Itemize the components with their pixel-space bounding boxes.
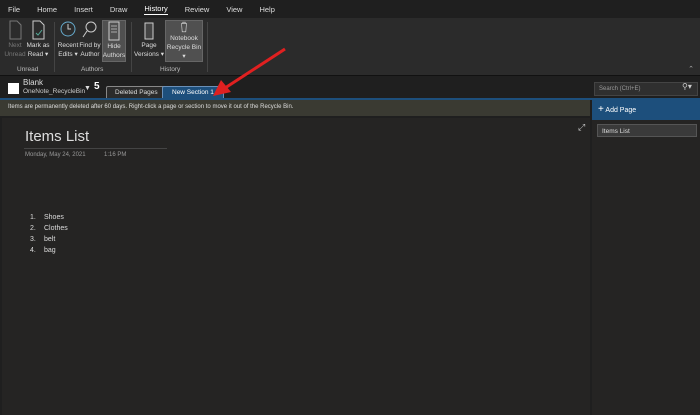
notebook-recycle-bin-button[interactable]: Notebook Recycle Bin ▾ [165, 20, 203, 62]
find-by-author-button[interactable]: Find by Author [79, 20, 101, 62]
notebook-name[interactable]: Blank [23, 78, 43, 87]
page-item-items-list[interactable]: Items List [597, 124, 697, 137]
notebook-bar: Blank OneNote_RecycleBin ▼ 5 Search (Ctr… [0, 76, 700, 98]
list-item: 4. bag [30, 247, 56, 254]
plus-icon: + [598, 104, 604, 115]
notebook-icon [8, 83, 19, 94]
clock-icon [60, 21, 76, 37]
list-item: 2. Clothes [30, 225, 68, 232]
group-label-unread: Unread [17, 66, 39, 73]
ribbon: Next Unread Mark as Read ▾ Recent Edits ▾ F… [0, 18, 700, 76]
page-canvas[interactable]: Items List Monday, May 24, 2021 1:16 PM … [2, 118, 590, 415]
divider [131, 22, 132, 72]
items-list[interactable]: 1. Shoes 2. Clothes 3. belt 4. bag [30, 212, 68, 256]
menu-insert[interactable]: Insert [74, 5, 93, 14]
section-group-name[interactable]: OneNote_RecycleBin [23, 88, 85, 95]
document-author-icon [108, 21, 120, 41]
page-versions-icon [144, 22, 154, 40]
trash-icon [181, 21, 187, 33]
hide-authors-button[interactable]: Hide Authors [102, 20, 126, 62]
document-arrow-icon [9, 20, 22, 40]
divider [54, 22, 55, 72]
page-time: 1:16 PM [104, 152, 127, 158]
document-check-icon [32, 20, 45, 40]
menu-draw[interactable]: Draw [110, 5, 128, 14]
person-search-icon [82, 21, 97, 38]
collapse-ribbon-icon[interactable]: ⌃ [688, 65, 694, 73]
menu-bar: File Home Insert Draw History Review Vie… [0, 0, 700, 18]
title-underline [24, 148, 167, 149]
mark-as-read-button[interactable]: Mark as Read ▾ [26, 20, 50, 62]
add-page-button[interactable]: + Add Page [592, 100, 700, 120]
group-label-history: History [160, 66, 181, 73]
list-item: 1. Shoes [30, 214, 64, 221]
recent-edits-button[interactable]: Recent Edits ▾ [57, 20, 79, 62]
page-title[interactable]: Items List [25, 128, 89, 145]
red-arrow-annotation [213, 47, 286, 96]
page-versions-button[interactable]: Page Versions ▾ [134, 20, 164, 62]
expand-icon[interactable]: ⤢ [578, 122, 585, 133]
page-date: Monday, May 24, 2021 [25, 152, 86, 158]
menu-file[interactable]: File [8, 5, 20, 14]
menu-home[interactable]: Home [37, 5, 57, 14]
search-icon[interactable]: ⚲▾ [682, 82, 692, 91]
menu-history[interactable]: History [144, 4, 168, 15]
notebook-dropdown-icon[interactable]: ▼ [84, 85, 91, 92]
menu-help[interactable]: Help [259, 5, 274, 14]
group-label-authors: Authors [81, 66, 104, 73]
menu-review[interactable]: Review [185, 5, 210, 14]
back-icon[interactable]: 5 [94, 81, 100, 92]
menu-view[interactable]: View [226, 5, 242, 14]
list-item: 3. belt [30, 236, 56, 243]
page-list-panel: + Add Page Items List [592, 100, 700, 415]
next-unread-button[interactable]: Next Unread [4, 20, 26, 62]
recycle-bin-info-bar: Items are permanently deleted after 60 d… [0, 100, 590, 116]
